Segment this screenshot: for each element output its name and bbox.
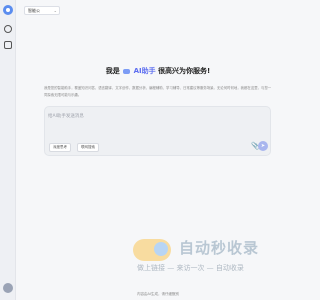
watermark-subtitle: 做上链接 — 来访一次 — 自动收录 xyxy=(137,264,244,272)
deep-think-button[interactable]: 深度思考 xyxy=(49,143,71,152)
send-button[interactable]: ➤ xyxy=(258,141,268,151)
robot-icon xyxy=(123,68,131,74)
chat-icon[interactable] xyxy=(4,25,12,33)
footer-disclaimer: 内容由AI生成，请仔细甄别 xyxy=(137,292,179,296)
deep-think-label: 深度思考 xyxy=(53,145,67,149)
web-search-label: 联网搜索 xyxy=(81,145,95,149)
message-composer: 给AI助手发送消息 深度思考 联网搜索 📎 ➤ xyxy=(44,106,271,156)
sidebar xyxy=(0,0,16,300)
message-input[interactable]: 给AI助手发送消息 xyxy=(48,113,84,119)
title-suffix: 很高兴为你服务! xyxy=(158,67,211,75)
assistant-description: 我是您的智能助手，覆盖知识问答、语言翻译、文字创作、数据分析、编程辅助、学习辅导… xyxy=(44,86,272,97)
model-selector-value: 智能公 xyxy=(28,8,40,13)
chevron-down-icon: ⌄ xyxy=(53,8,57,13)
title-prefix: 我是 xyxy=(105,67,120,75)
user-avatar-icon[interactable] xyxy=(3,283,13,293)
watermark: 自动秒收录 做上链接 — 来访一次 — 自动收录 xyxy=(133,237,283,279)
web-search-button[interactable]: 联网搜索 xyxy=(77,143,99,152)
watermark-logo-icon xyxy=(133,239,171,261)
brand-name: AI助手 xyxy=(133,67,156,75)
files-icon[interactable] xyxy=(4,41,12,49)
page-title: 我是 AI助手 很高兴为你服务! xyxy=(16,66,300,76)
app-logo-icon[interactable] xyxy=(3,5,13,15)
watermark-title: 自动秒收录 xyxy=(179,239,260,257)
model-selector[interactable]: 智能公 ⌄ xyxy=(24,6,60,15)
